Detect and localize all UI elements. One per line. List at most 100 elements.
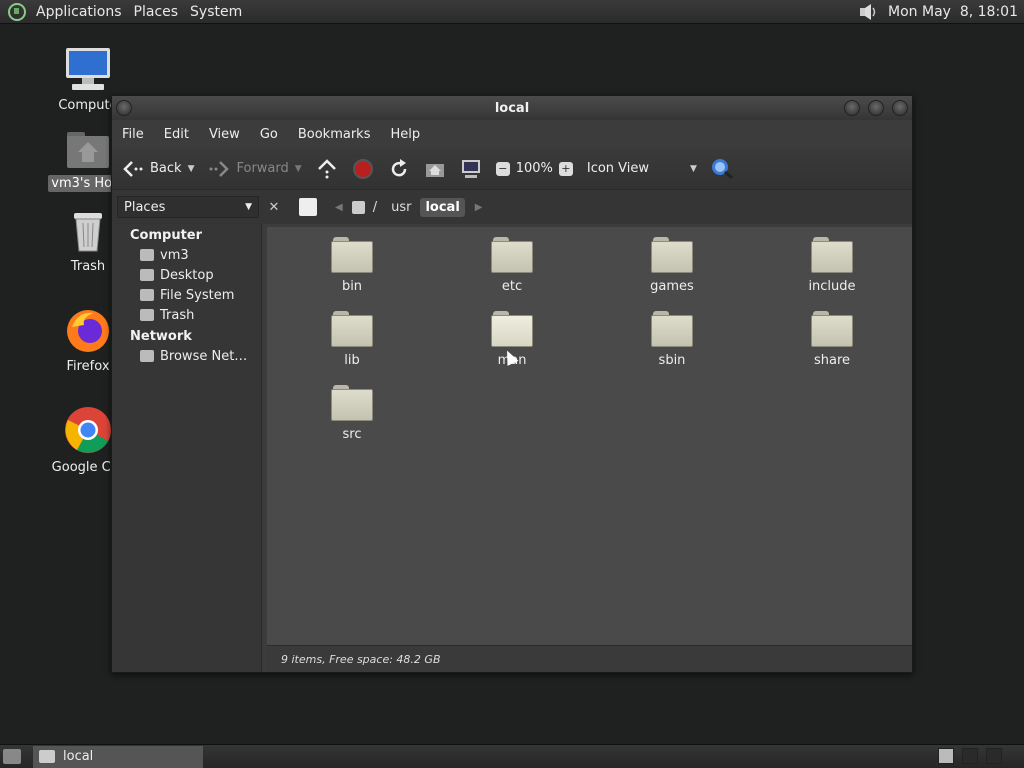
- menu-view[interactable]: View: [199, 127, 250, 142]
- chevron-down-icon: ▼: [245, 202, 252, 212]
- folder-icon: [651, 237, 693, 273]
- sidebar-item-label: Trash: [160, 307, 195, 323]
- maximize-icon[interactable]: [868, 100, 884, 116]
- view-mode-label: Icon View: [586, 161, 650, 176]
- folder-icon: [39, 750, 55, 763]
- menubar: File Edit View Go Bookmarks Help: [112, 120, 912, 148]
- taskbar-item-label: local: [63, 749, 94, 764]
- menu-places[interactable]: Places: [128, 4, 185, 20]
- zoom-out-icon[interactable]: −: [495, 161, 510, 176]
- file-manager-window: local File Edit View Go Bookmarks Help B…: [111, 95, 913, 673]
- zoom-in-icon[interactable]: +: [558, 161, 573, 176]
- breadcrumb-usr[interactable]: usr: [386, 198, 416, 217]
- menu-system[interactable]: System: [184, 4, 248, 20]
- forward-button[interactable]: Forward ▼: [208, 160, 302, 178]
- file-item-include[interactable]: include: [782, 237, 882, 294]
- file-label: lib: [344, 353, 360, 368]
- forward-dropdown-icon[interactable]: ▼: [295, 164, 302, 174]
- sidebar-item-filesystem[interactable]: File System: [112, 285, 261, 305]
- sidebar-section-computer: Computer: [130, 228, 203, 243]
- show-desktop-icon[interactable]: [3, 749, 21, 764]
- location-bar: Places ▼ ✕ ◀ / usr local ▶: [112, 190, 912, 224]
- sidebar-item-vm3[interactable]: vm3: [112, 245, 261, 265]
- trash-icon: [140, 309, 154, 321]
- stop-button[interactable]: [352, 158, 374, 180]
- status-bar: 9 items, Free space: 48.2 GB: [267, 645, 912, 672]
- taskbar-item-local[interactable]: local: [33, 745, 203, 768]
- menu-help[interactable]: Help: [380, 127, 430, 142]
- file-label: games: [650, 279, 694, 294]
- trash-icon: [74, 213, 102, 252]
- folder-icon: [651, 311, 693, 347]
- home-icon: [425, 163, 444, 177]
- file-view[interactable]: bin etc games include lib man sbin share…: [267, 227, 912, 645]
- stop-icon: [352, 158, 373, 179]
- sidebar-item-label: Desktop: [160, 267, 214, 283]
- breadcrumb-local[interactable]: local: [420, 197, 465, 217]
- status-text: 9 items, Free space: 48.2 GB: [281, 652, 441, 666]
- system-logo-icon[interactable]: [8, 2, 26, 21]
- sidebar-item-trash[interactable]: Trash: [112, 305, 261, 325]
- window-menu-icon[interactable]: [116, 100, 132, 116]
- folder-icon: [331, 237, 373, 273]
- file-label: src: [342, 427, 362, 442]
- close-sidebar-icon[interactable]: ✕: [265, 198, 283, 216]
- places-sidebar: Computer vm3 Desktop File System Trash N…: [112, 224, 262, 672]
- file-item-bin[interactable]: bin: [302, 237, 402, 294]
- sidebar-item-desktop[interactable]: Desktop: [112, 265, 261, 285]
- file-item-src[interactable]: src: [302, 385, 402, 442]
- back-dropdown-icon[interactable]: ▼: [188, 164, 195, 174]
- menu-go[interactable]: Go: [250, 127, 288, 142]
- edit-location-icon[interactable]: [299, 198, 317, 216]
- file-item-games[interactable]: games: [622, 237, 722, 294]
- search-button[interactable]: [711, 158, 735, 180]
- menu-bookmarks[interactable]: Bookmarks: [288, 127, 381, 142]
- top-panel-tray: Mon May 8, 18:01: [858, 2, 1024, 22]
- back-button[interactable]: Back ▼: [122, 160, 194, 178]
- zoom-control: − 100% +: [495, 161, 573, 176]
- up-button[interactable]: [316, 158, 338, 179]
- folder-icon: [811, 311, 853, 347]
- window-titlebar[interactable]: local: [112, 96, 912, 120]
- file-item-share[interactable]: share: [782, 311, 882, 368]
- sidebar-item-label: vm3: [160, 247, 189, 263]
- bottom-panel: local: [0, 744, 1024, 768]
- view-mode-select[interactable]: Icon View ▼: [587, 161, 697, 176]
- drive-icon: [351, 200, 365, 214]
- file-item-lib[interactable]: lib: [302, 311, 402, 368]
- sidebar-selector[interactable]: Places ▼: [117, 196, 259, 218]
- file-label: share: [813, 353, 851, 368]
- menu-edit[interactable]: Edit: [154, 127, 199, 142]
- file-item-sbin[interactable]: sbin: [622, 311, 722, 368]
- firefox-icon: [67, 310, 109, 352]
- drive-icon: [140, 289, 154, 301]
- path-scroll-left-icon[interactable]: ◀: [335, 202, 343, 213]
- back-label: Back: [150, 161, 182, 176]
- network-icon: [140, 350, 154, 362]
- workspace-2[interactable]: [962, 748, 978, 764]
- file-label: bin: [341, 279, 363, 294]
- menu-applications[interactable]: Applications: [30, 4, 128, 20]
- chrome-icon: [65, 407, 111, 453]
- forward-arrow-icon: [209, 160, 230, 177]
- speaker-icon[interactable]: [858, 2, 880, 22]
- sidebar-item-browse-network[interactable]: Browse Net…: [112, 346, 261, 366]
- up-arrow-icon: [317, 158, 336, 178]
- close-icon[interactable]: [892, 100, 908, 116]
- reload-button[interactable]: [388, 158, 410, 180]
- home-button[interactable]: [424, 159, 446, 179]
- clock[interactable]: Mon May 8, 18:01: [888, 4, 1018, 20]
- menu-file[interactable]: File: [112, 127, 154, 142]
- folder-icon: [491, 237, 533, 273]
- computer-button[interactable]: [460, 159, 482, 179]
- home-folder-icon: [67, 132, 109, 168]
- workspace-1[interactable]: [938, 748, 954, 764]
- breadcrumb-root[interactable]: /: [347, 198, 382, 217]
- folder-icon: [811, 237, 853, 273]
- workspace-3[interactable]: [986, 748, 1002, 764]
- file-item-etc[interactable]: etc: [462, 237, 562, 294]
- search-icon: [711, 158, 733, 179]
- minimize-icon[interactable]: [844, 100, 860, 116]
- computer-icon: [66, 48, 110, 90]
- path-scroll-right-icon[interactable]: ▶: [475, 202, 483, 213]
